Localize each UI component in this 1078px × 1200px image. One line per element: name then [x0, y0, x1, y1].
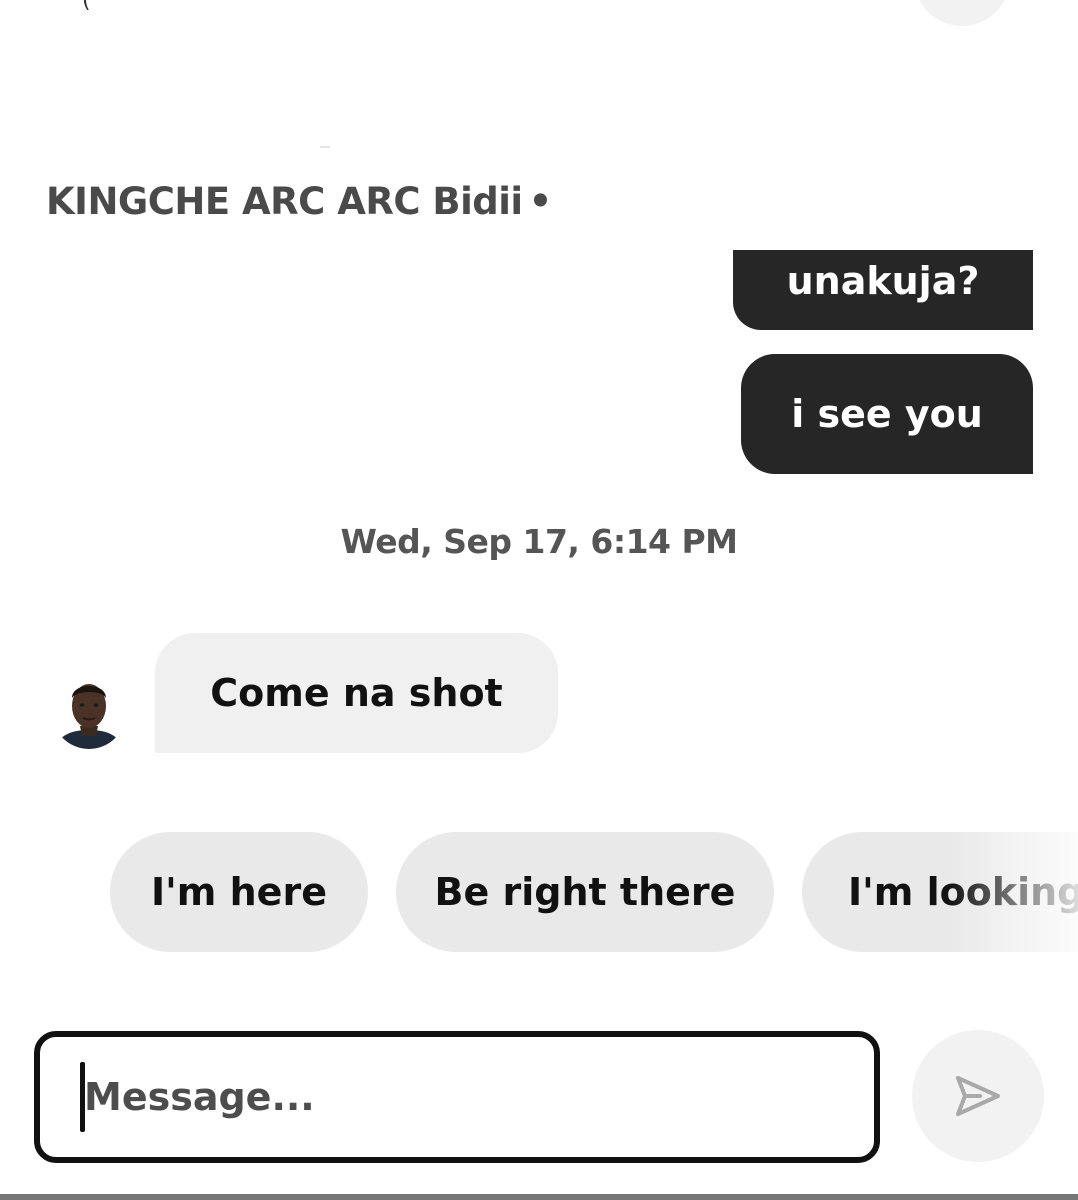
outgoing-message[interactable]: i see you — [741, 354, 1033, 474]
quick-reply-chip[interactable]: I'm looking — [802, 832, 1078, 952]
bottom-divider — [0, 1194, 1078, 1200]
message-timestamp: Wed, Sep 17, 6:14 PM — [340, 522, 738, 561]
outgoing-message[interactable]: unakuja? — [733, 250, 1033, 330]
avatar-icon — [52, 675, 126, 749]
message-composer[interactable] — [34, 1031, 880, 1163]
quick-reply-chip[interactable]: Be right there — [396, 832, 774, 952]
message-text: unakuja? — [786, 259, 980, 303]
divider — [320, 146, 330, 148]
message-input[interactable] — [84, 1055, 844, 1139]
message-text: i see you — [791, 392, 983, 436]
quick-reply-chip[interactable]: I'm here — [110, 832, 368, 952]
separator-dot: • — [528, 180, 553, 223]
header-action-button[interactable] — [914, 0, 1010, 26]
send-icon — [956, 1076, 1000, 1116]
send-button[interactable] — [912, 1030, 1044, 1162]
back-glyph[interactable]: ( — [82, 0, 91, 12]
conversation-header: KINGCHE ARC ARC Bidii • — [46, 180, 552, 223]
chat-screen: ( KINGCHE ARC ARC Bidii • unakuja? i see … — [0, 0, 1078, 1200]
message-text: Come na shot — [210, 671, 503, 715]
quick-replies: I'm here Be right there I'm looking — [0, 832, 1078, 952]
avatar[interactable] — [52, 670, 126, 754]
sender-name: KINGCHE ARC ARC Bidii — [46, 180, 523, 223]
incoming-message[interactable]: Come na shot — [155, 633, 558, 753]
